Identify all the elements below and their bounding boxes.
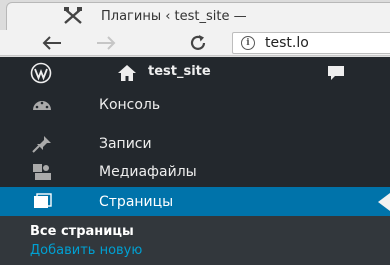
admin-menu: Консоль Записи Медиафайлы Страницы Все с… — [0, 89, 390, 265]
url-text: test.lo — [265, 35, 309, 51]
menu-item-label: Консоль — [99, 97, 161, 113]
crossed-tools-icon — [64, 7, 82, 24]
menu-item-media[interactable]: Медиафайлы — [0, 158, 390, 186]
browser-toolbar: i test.lo — [0, 30, 390, 56]
active-pointer — [378, 193, 390, 211]
menu-item-label: Страницы — [99, 193, 174, 210]
reload-icon — [190, 35, 206, 50]
pages-icon — [34, 192, 52, 208]
menu-item-posts[interactable]: Записи — [0, 130, 390, 158]
back-button[interactable] — [40, 33, 64, 53]
pages-submenu: Все страницы Добавить новую — [0, 216, 390, 265]
menu-item-label: Медиафайлы — [99, 164, 197, 180]
forward-button[interactable] — [94, 33, 118, 53]
wp-admin-bar: test_site — [0, 57, 390, 89]
submenu-add-new[interactable]: Добавить новую — [30, 243, 142, 258]
menu-item-pages[interactable]: Страницы — [0, 187, 390, 216]
menu-item-label: Записи — [99, 136, 152, 152]
pushpin-icon — [32, 136, 51, 153]
comment-icon[interactable] — [327, 65, 345, 81]
browser-tabstrip: Плагины ‹ test_site — — [0, 0, 390, 30]
site-name-link[interactable]: test_site — [148, 64, 211, 79]
dashboard-icon — [33, 101, 51, 110]
info-icon[interactable]: i — [241, 36, 255, 50]
menu-item-console[interactable]: Консоль — [0, 91, 390, 119]
tab-title: Плагины ‹ test_site — — [101, 9, 247, 24]
browser-tab[interactable]: Плагины ‹ test_site — — [6, 2, 390, 30]
arrow-left-icon — [42, 36, 61, 50]
media-icon — [33, 164, 51, 180]
reload-button[interactable] — [186, 33, 210, 53]
address-bar[interactable]: i test.lo — [232, 32, 390, 54]
submenu-all-pages[interactable]: Все страницы — [30, 224, 134, 239]
arrow-right-icon — [97, 36, 116, 50]
wordpress-logo-icon[interactable] — [30, 62, 52, 84]
home-icon[interactable] — [117, 64, 137, 82]
